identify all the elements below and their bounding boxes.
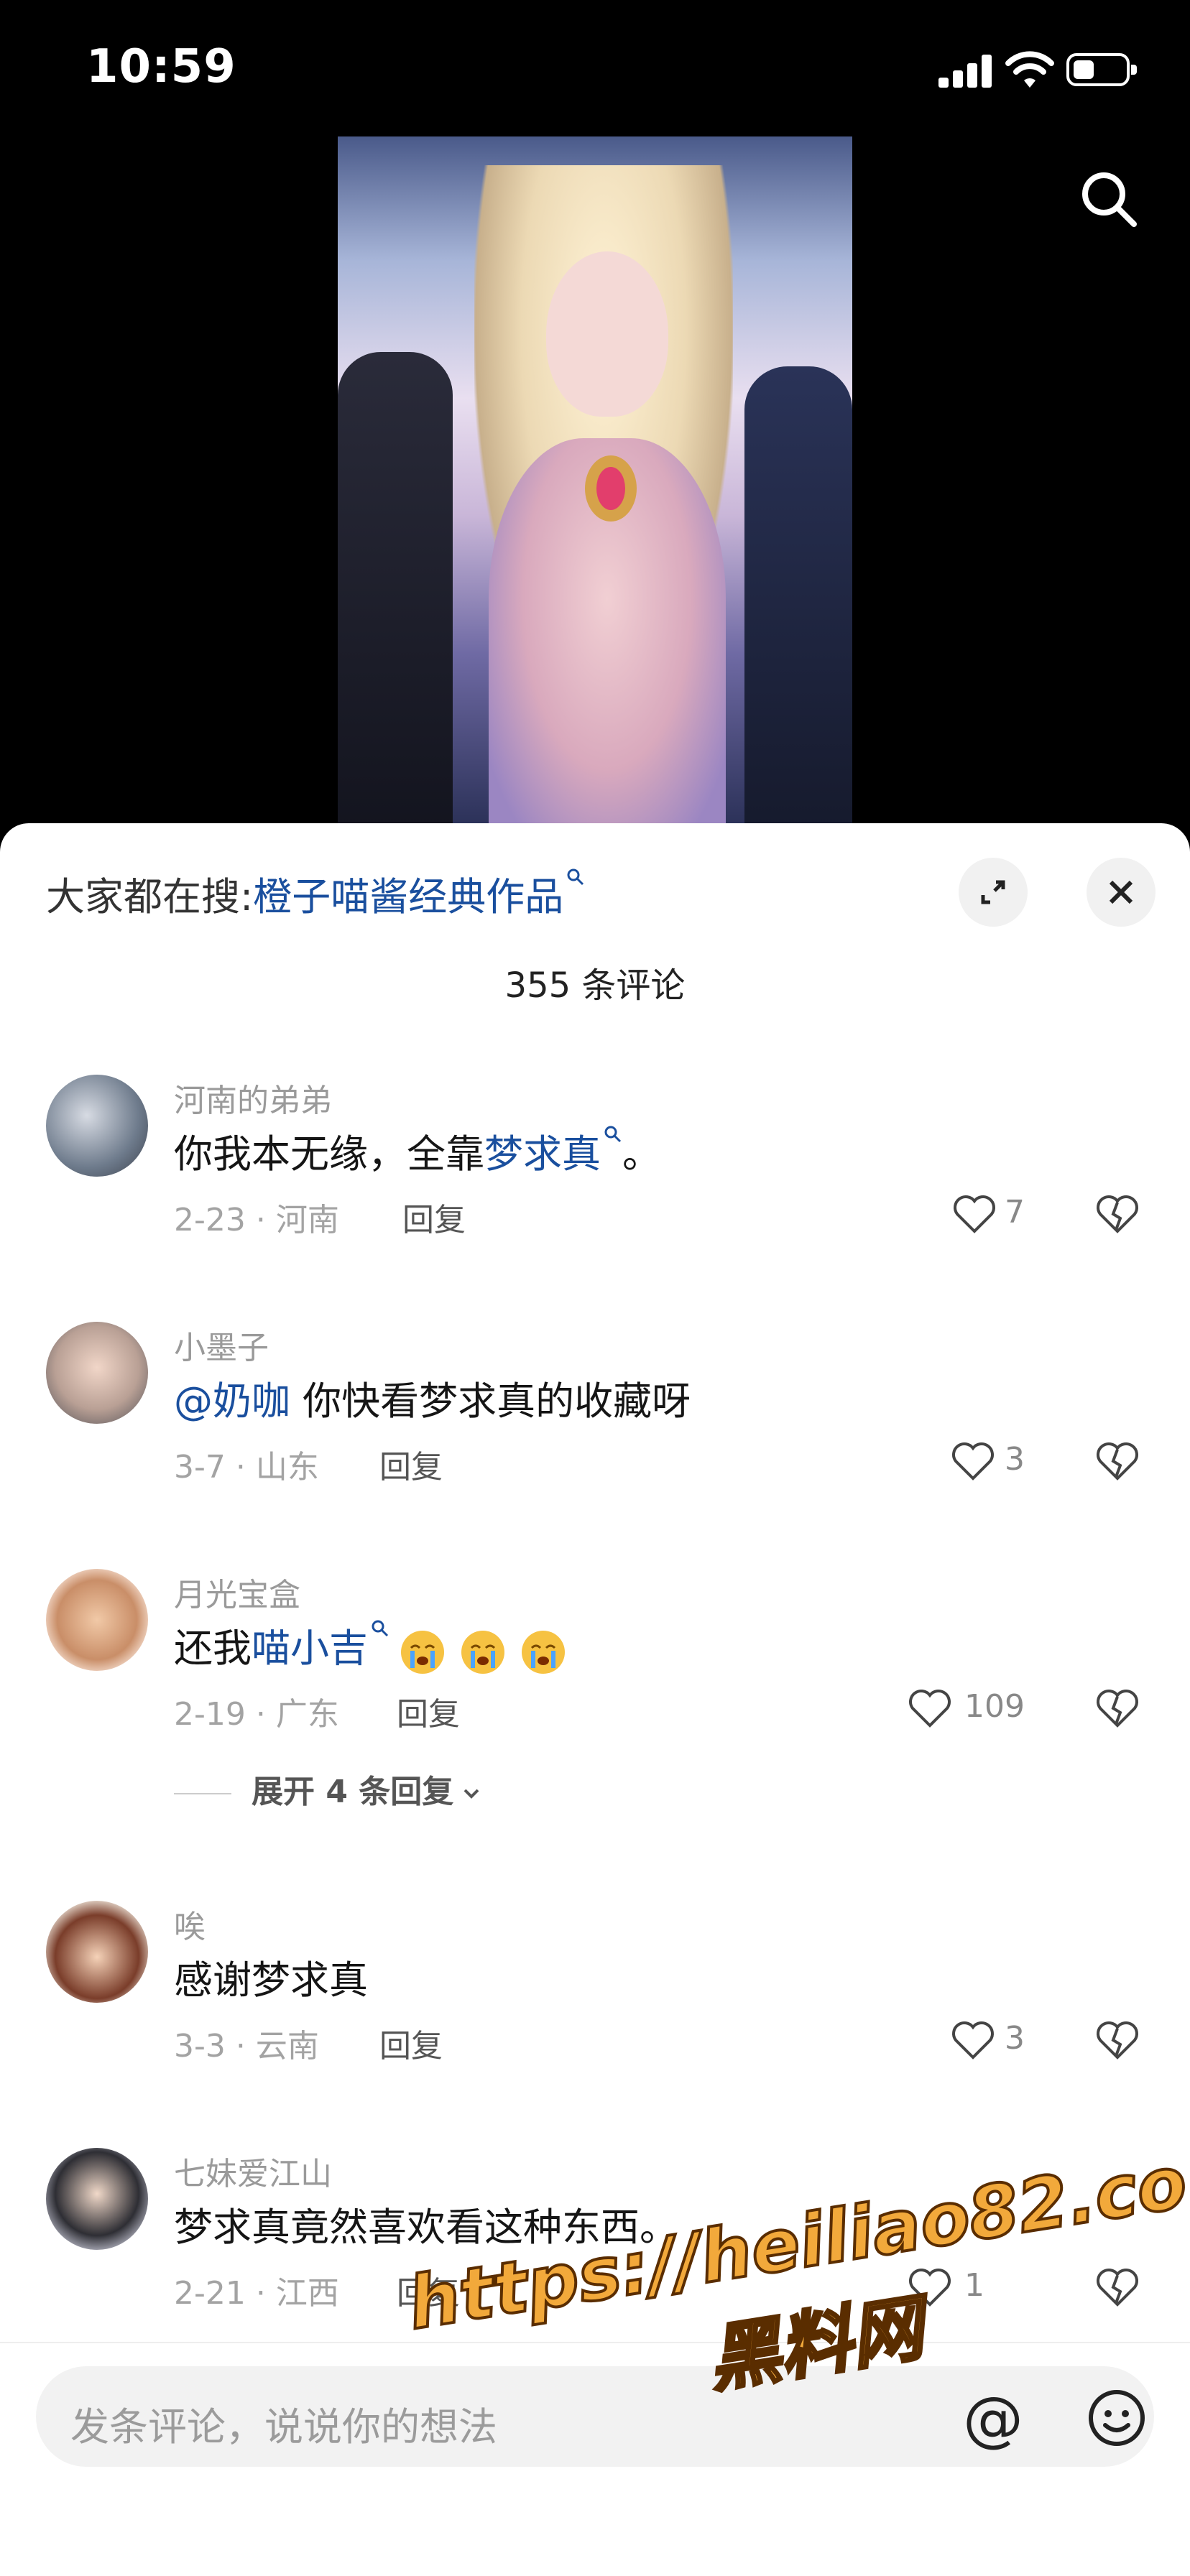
comment-item: 小墨子 @奶咖 你快看梦求真的收藏呀 3-7 · 山东 回复 3 — [0, 1322, 1190, 1537]
comment-item: 月光宝盒 还我喵小吉 2-19 · 广东 回复 109 展开 4 条回复 — [0, 1569, 1190, 1871]
comment-item: 唉 感谢梦求真 3-3 · 云南 回复 3 — [0, 1901, 1190, 2116]
broken-heart-icon[interactable] — [1095, 1440, 1140, 1481]
broken-heart-icon[interactable] — [1095, 1192, 1140, 1234]
avatar[interactable] — [46, 1075, 148, 1177]
expand-icon — [981, 880, 1005, 904]
heart-icon[interactable] — [908, 1688, 951, 1728]
comment-date-location: 2-23 · 河南 — [174, 1202, 339, 1238]
comment-date-location: 3-7 · 山东 — [174, 1449, 319, 1486]
comment-text: 你我本无缘，全靠梦求真。 — [174, 1122, 661, 1179]
battery-icon — [1066, 53, 1137, 86]
comment-date-location: 2-19 · 广东 — [174, 1696, 339, 1733]
heart-icon[interactable] — [951, 1441, 995, 1481]
comment-text: @奶咖 你快看梦求真的收藏呀 — [174, 1379, 691, 1424]
comment-text: 感谢梦求真 — [174, 1958, 368, 2003]
wifi-icon — [1005, 51, 1054, 88]
comment-username[interactable]: 唉 — [174, 1901, 206, 1947]
hot-search-link[interactable]: 橙子喵酱经典作品 — [253, 874, 563, 919]
comment-username[interactable]: 七妹爱江山 — [174, 2148, 332, 2194]
search-link-icon — [604, 1126, 622, 1143]
search-link-icon — [372, 1620, 389, 1637]
search-icon[interactable] — [1076, 167, 1140, 230]
close-button[interactable] — [1087, 858, 1156, 927]
heart-icon[interactable] — [951, 2020, 995, 2060]
crying-emoji-icon — [522, 1631, 565, 1674]
crying-emoji-icon — [401, 1631, 444, 1674]
smile-icon[interactable] — [1087, 2388, 1147, 2448]
comment-item: 河南的弟弟 你我本无缘，全靠梦求真。 2-23 · 河南 回复 7 — [0, 1075, 1190, 1319]
expand-button[interactable] — [959, 858, 1028, 927]
reply-button[interactable]: 回复 — [397, 1688, 460, 1734]
comment-mention[interactable]: @奶咖 — [174, 1379, 290, 1424]
like-count: 7 — [1005, 1194, 1025, 1231]
comment-count: 355 条评论 — [504, 965, 686, 1006]
comment-search-link[interactable]: 喵小吉 — [252, 1626, 368, 1671]
broken-heart-icon[interactable] — [1095, 1687, 1140, 1728]
avatar[interactable] — [46, 2148, 148, 2250]
broken-heart-icon[interactable] — [1095, 2019, 1140, 2060]
comment-search-link[interactable]: 梦求真 — [484, 1131, 601, 1177]
reply-button[interactable]: 回复 — [402, 1194, 466, 1240]
hot-search-bar[interactable]: 大家都在搜:橙子喵酱经典作品 — [46, 865, 585, 922]
chevron-down-icon — [463, 1789, 479, 1799]
avatar[interactable] — [46, 1322, 148, 1424]
status-time: 10:59 — [86, 40, 236, 93]
video-thumbnail[interactable] — [338, 136, 852, 826]
comment-username[interactable]: 河南的弟弟 — [174, 1075, 332, 1121]
like-count: 3 — [1005, 1441, 1025, 1478]
expand-replies-button[interactable]: 展开 4 条回复 — [174, 1766, 482, 1812]
comment-text: 还我喵小吉 — [174, 1616, 571, 1675]
reply-button[interactable]: 回复 — [379, 1441, 443, 1487]
avatar[interactable] — [46, 1569, 148, 1671]
avatar[interactable] — [46, 1901, 148, 2003]
comment-date-location: 2-21 · 江西 — [174, 2275, 339, 2312]
comment-date-location: 3-3 · 云南 — [174, 2028, 319, 2065]
reply-button[interactable]: 回复 — [379, 2020, 443, 2066]
hot-search-prefix: 大家都在搜: — [46, 874, 254, 919]
status-bar: 10:59 — [0, 0, 1190, 144]
signal-icon — [938, 53, 996, 88]
crying-emoji-icon — [461, 1631, 504, 1674]
heart-icon[interactable] — [953, 1194, 996, 1234]
like-count: 3 — [1005, 2020, 1025, 2057]
comment-username[interactable]: 月光宝盒 — [174, 1569, 300, 1615]
search-link-icon — [567, 868, 584, 886]
like-count: 109 — [964, 1688, 1025, 1725]
close-icon — [1109, 880, 1133, 904]
comment-username[interactable]: 小墨子 — [174, 1322, 269, 1368]
